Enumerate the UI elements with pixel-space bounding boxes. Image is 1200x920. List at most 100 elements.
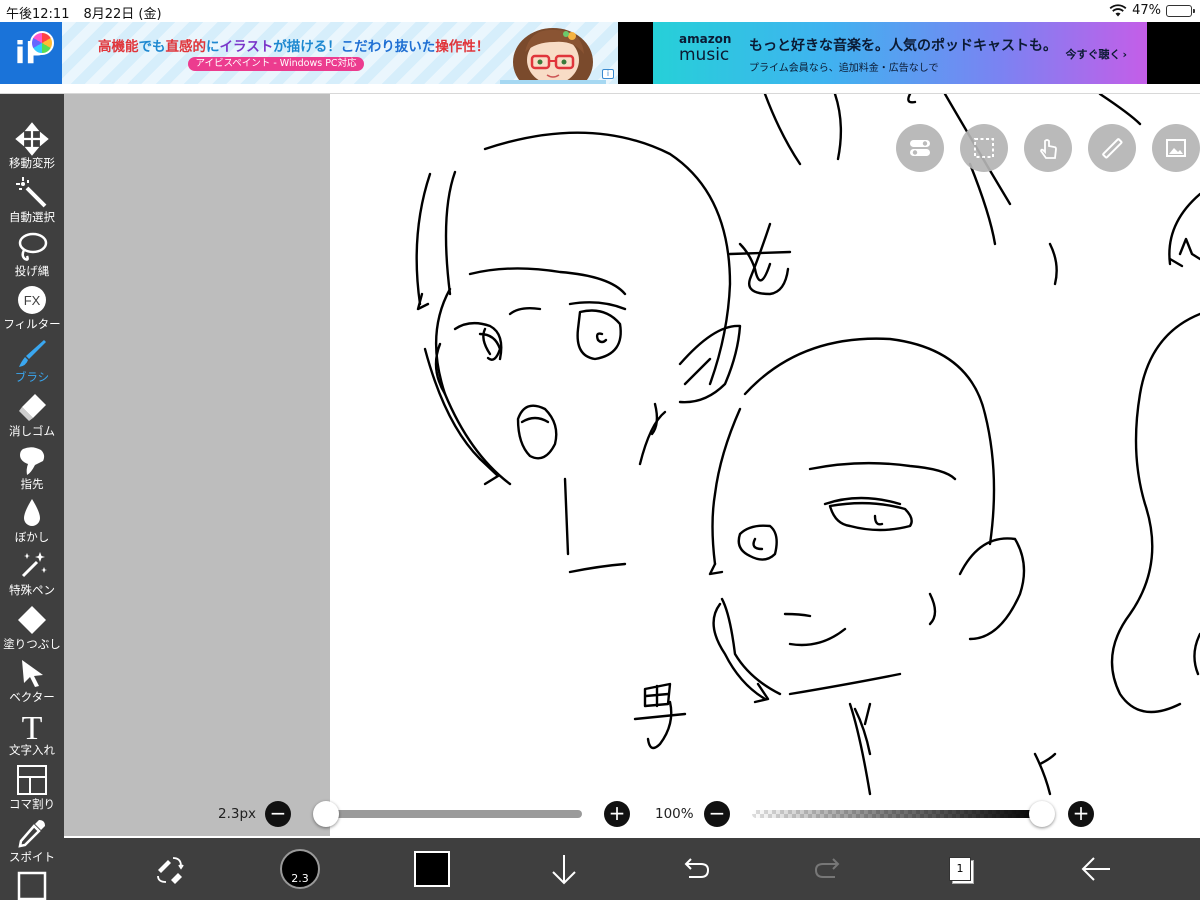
selection-layer-button[interactable] xyxy=(960,124,1008,172)
current-color-swatch xyxy=(414,851,450,887)
opacity-slider-knob[interactable] xyxy=(1029,801,1055,827)
tool-label: ぼかし xyxy=(14,530,50,544)
tool-special-pen[interactable]: 特殊ペン xyxy=(0,547,64,600)
ruler-icon xyxy=(1102,138,1123,159)
drawing-canvas[interactable] xyxy=(330,94,1200,836)
redo-button[interactable] xyxy=(804,838,852,900)
tool-eraser[interactable]: 消しゴム xyxy=(0,388,64,441)
tool-label: スポイト xyxy=(9,850,55,864)
tool-frame-divider[interactable]: コマ割り xyxy=(0,761,64,814)
status-time: 午後12:11 xyxy=(6,7,70,22)
undo-button[interactable] xyxy=(672,838,720,900)
back-button[interactable] xyxy=(1072,838,1120,900)
tool-label: 移動変形 xyxy=(9,156,55,170)
ruler-button[interactable] xyxy=(1088,124,1136,172)
color-picker-button[interactable] xyxy=(408,838,456,900)
tool-label: 特殊ペン xyxy=(9,583,55,597)
brush-settings-button[interactable]: 2.3 xyxy=(276,838,324,900)
opacity-increase-button[interactable]: + xyxy=(1068,801,1094,827)
brush-preview-icon: 2.3 xyxy=(280,849,320,889)
ad-headline-part: 高機能 xyxy=(98,39,139,55)
brush-size-badge: 2.3 xyxy=(291,872,309,885)
vector-arrow-icon xyxy=(22,660,43,687)
touch-mode-button[interactable] xyxy=(1024,124,1072,172)
text-icon: T xyxy=(22,710,43,743)
reference-image-icon xyxy=(1166,139,1186,157)
ad-divider xyxy=(0,84,1200,94)
ad-headline-part: イラスト xyxy=(219,39,274,55)
ibispaint-ad-banner[interactable]: 高機能でも直感的にイラストが描ける！こだわり抜いた操作性！ アイビスペイント -… xyxy=(62,22,618,84)
tool-vector[interactable]: ベクター xyxy=(0,654,64,707)
download-menu-button[interactable] xyxy=(540,838,588,900)
selection-icon xyxy=(974,138,994,158)
wifi-icon xyxy=(1109,4,1127,17)
undo-icon xyxy=(684,858,710,878)
reference-image-button[interactable] xyxy=(1152,124,1200,172)
tool-move-transform[interactable]: 移動変形 xyxy=(0,120,64,173)
ad-strip: iP 高機能でも直感的にイラストが描ける！こだわり抜いた操作性！ アイビスペイン… xyxy=(0,22,1200,84)
tool-canvas[interactable] xyxy=(0,867,64,920)
tool-label: ベクター xyxy=(9,690,55,704)
tool-auto-select[interactable]: 自動選択 xyxy=(0,174,64,227)
toggle-settings-button[interactable] xyxy=(896,124,944,172)
frame-divider-icon xyxy=(17,765,47,795)
fill-bucket-icon xyxy=(18,606,46,634)
tool-eyedropper[interactable]: スポイト xyxy=(0,814,64,867)
tool-smudge[interactable]: 指先 xyxy=(0,441,64,494)
tool-label: コマ割り xyxy=(9,797,55,811)
chevron-right-icon: › xyxy=(1122,48,1127,61)
tool-label: 文字入れ xyxy=(9,743,55,757)
ad-headline-part: に xyxy=(206,39,220,55)
smudge-icon xyxy=(20,447,45,475)
brush-size-slider-knob[interactable] xyxy=(313,801,339,827)
amazon-music-logo: amazon music xyxy=(679,33,731,65)
layer-count-icon: 1 xyxy=(949,857,971,881)
ad-headline-part: 直感的 xyxy=(165,39,207,55)
amazon-ad-subtext: プライム会員なら、追加料金・広告なしで xyxy=(749,63,939,74)
lasso-icon xyxy=(18,232,48,261)
opacity-decrease-button[interactable]: − xyxy=(704,801,730,827)
brush-opacity-value: 100% xyxy=(655,806,694,822)
color-wheel-icon xyxy=(30,31,54,55)
tool-brush[interactable]: ブラシ xyxy=(0,334,64,387)
amazon-music-ad-banner[interactable]: amazon music もっと好きな音楽を。人気のポッドキャストも。 プライム… xyxy=(653,22,1147,84)
tool-blur[interactable]: ぼかし xyxy=(0,494,64,547)
bottom-toolbar: 2.3 1 xyxy=(64,838,1200,900)
eyedropper-icon xyxy=(18,820,45,848)
eraser-icon xyxy=(19,394,46,421)
battery-percent: 47% xyxy=(1132,3,1161,18)
status-time-date: 午後12:11 8月22日 (金) xyxy=(6,3,162,22)
ad-headline-part: 操作性！ xyxy=(435,39,490,55)
brush-size-slider-track[interactable] xyxy=(326,810,582,818)
status-indicators: 47% xyxy=(1109,3,1195,18)
sketch-drawing xyxy=(415,94,1200,796)
toggle-icon xyxy=(910,140,930,156)
filter-fx-icon: FX xyxy=(18,286,46,314)
ibispaint-logo[interactable]: iP xyxy=(0,22,62,84)
amazon-cta-label: 今すぐ聴く xyxy=(1065,48,1121,61)
tool-lasso[interactable]: 投げ縄 xyxy=(0,228,64,281)
tool-text[interactable]: T 文字入れ xyxy=(0,707,64,760)
status-bar: 午後12:11 8月22日 (金) 47% xyxy=(0,0,1200,22)
tool-label: 自動選択 xyxy=(9,210,55,224)
redo-icon xyxy=(814,858,840,878)
tool-filter[interactable]: FX フィルター xyxy=(0,281,64,334)
tool-label: 指先 xyxy=(20,477,44,491)
amazon-ad-cta[interactable]: 今すぐ聴く › xyxy=(1065,46,1127,62)
brush-size-decrease-button[interactable]: − xyxy=(265,801,291,827)
tool-label: 消しゴム xyxy=(9,424,55,438)
tool-fill[interactable]: 塗りつぶし xyxy=(0,601,64,654)
brush-size-increase-button[interactable]: + xyxy=(604,801,630,827)
layers-button[interactable]: 1 xyxy=(936,838,984,900)
swap-tool-button[interactable] xyxy=(146,838,194,900)
brush-icon xyxy=(19,340,46,367)
tool-label: 投げ縄 xyxy=(14,264,50,278)
canvas-floating-tools xyxy=(896,124,1200,172)
ibis-ad-pill: アイビスペイント - Windows PC対応 xyxy=(188,57,364,71)
ad-headline-part: でも xyxy=(138,39,166,55)
opacity-slider-track[interactable] xyxy=(752,810,1042,818)
ad-headline-part: が描ける！ xyxy=(273,39,341,55)
ad-info-icon[interactable]: i xyxy=(602,69,614,79)
arrow-down-icon xyxy=(552,855,576,885)
fx-glyph: FX xyxy=(24,293,41,308)
